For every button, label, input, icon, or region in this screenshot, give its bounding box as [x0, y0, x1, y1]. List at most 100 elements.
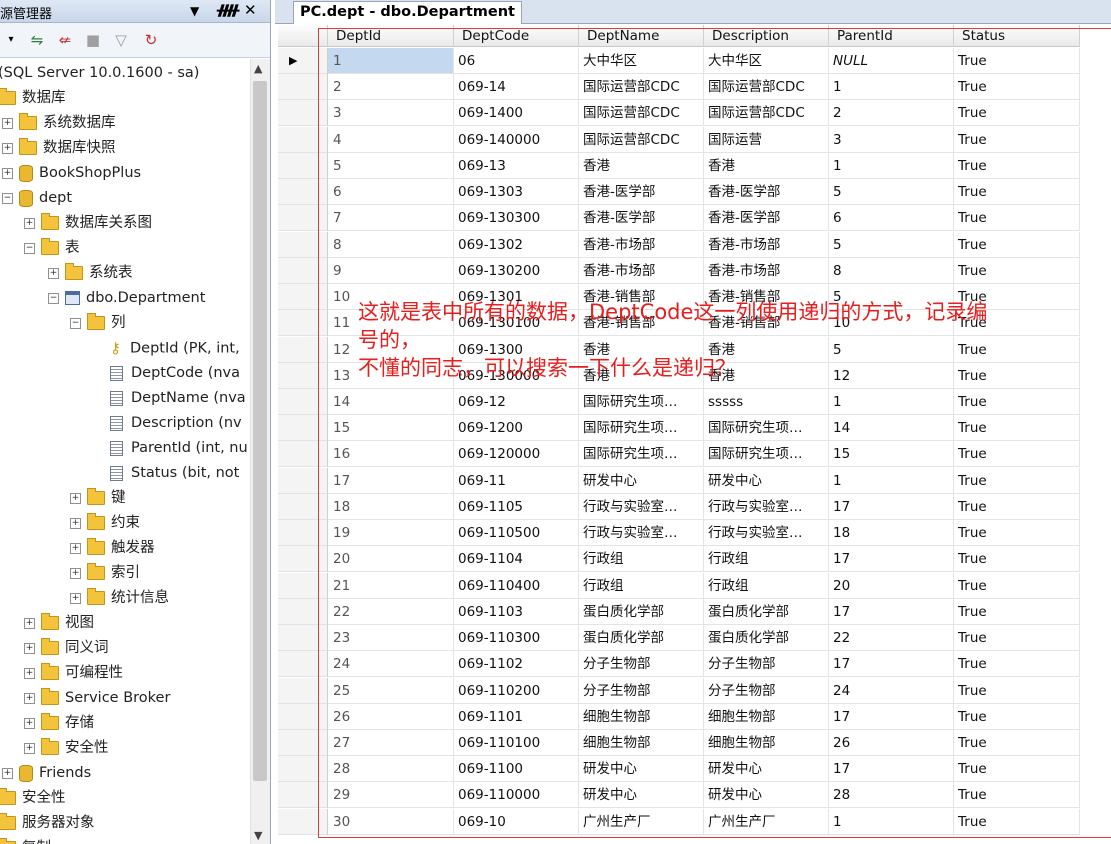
expand-icon[interactable]: + [24, 742, 35, 754]
grid-cell[interactable]: 香港-市场部 [704, 257, 829, 284]
tree-node[interactable]: ParentId (int, nu [110, 436, 248, 461]
grid-cell[interactable]: 蛋白质化学部 [579, 625, 704, 652]
grid-cell[interactable]: 24 [829, 677, 954, 704]
column-header[interactable]: DeptName [579, 25, 704, 47]
row-selector[interactable] [278, 362, 328, 389]
row-selector[interactable] [278, 520, 328, 547]
row-selector[interactable] [278, 703, 328, 730]
column-header[interactable]: ParentId [829, 25, 954, 47]
grid-cell[interactable]: 1 [829, 388, 954, 415]
grid-cell[interactable]: True [954, 152, 1080, 179]
row-selector[interactable] [278, 677, 328, 704]
tree-node[interactable]: + 安全性 [24, 736, 109, 761]
grid-cell[interactable]: 26 [829, 729, 954, 756]
grid-cell[interactable]: 069-110300 [454, 625, 579, 652]
grid-cell[interactable]: 13 [328, 362, 454, 389]
column-header[interactable]: Description [704, 25, 829, 47]
tree-node[interactable]: DeptName (nva [110, 386, 246, 411]
grid-cell[interactable]: True [954, 388, 1080, 415]
scrollbar-thumb[interactable] [253, 81, 267, 781]
grid-cell[interactable]: True [954, 310, 1080, 337]
grid-cell[interactable]: 30 [328, 808, 454, 835]
row-selector[interactable] [278, 782, 328, 809]
row-selector[interactable] [278, 100, 328, 127]
column-header[interactable]: DeptId [328, 25, 454, 47]
grid-cell[interactable]: 17 [328, 467, 454, 494]
grid-cell[interactable]: 20 [829, 572, 954, 599]
grid-cell[interactable]: 069-12 [454, 388, 579, 415]
row-selector[interactable] [278, 415, 328, 442]
row-selector[interactable] [278, 310, 328, 337]
grid-cell[interactable]: 国际运营部CDC [704, 100, 829, 127]
grid-cell[interactable]: 香港-销售部 [579, 284, 704, 311]
grid-cell[interactable]: True [954, 756, 1080, 783]
tree-node[interactable]: 安全性 [0, 786, 66, 811]
expand-icon[interactable]: + [24, 617, 35, 629]
row-selector[interactable] [278, 336, 328, 363]
grid-cell[interactable]: 香港 [579, 362, 704, 389]
grid-cell[interactable]: 5 [829, 284, 954, 311]
scroll-down-icon[interactable]: ▼ [254, 829, 262, 842]
grid-cell[interactable]: 25 [328, 677, 454, 704]
grid-cell[interactable]: 8 [829, 257, 954, 284]
grid-cell[interactable]: 069-110400 [454, 572, 579, 599]
grid-cell[interactable]: True [954, 126, 1080, 153]
grid-cell[interactable]: 香港-市场部 [579, 231, 704, 258]
grid-cell[interactable]: True [954, 493, 1080, 520]
tree-node[interactable]: − 表 [24, 236, 80, 261]
row-selector[interactable] [278, 729, 328, 756]
grid-cell[interactable]: 8 [328, 231, 454, 258]
grid-cell[interactable]: 1 [829, 74, 954, 101]
tree-node[interactable]: − 列 [70, 311, 126, 336]
grid-cell[interactable]: 22 [829, 625, 954, 652]
grid-cell[interactable]: 29 [328, 782, 454, 809]
grid-cell[interactable]: 069-130100 [454, 310, 579, 337]
grid-cell[interactable]: 国际研究生项… [704, 415, 829, 442]
filter-icon[interactable]: ▽ [110, 30, 132, 50]
grid-cell[interactable]: 香港-医学部 [704, 179, 829, 206]
grid-cell[interactable]: 行政与实验室… [704, 520, 829, 547]
grid-cell[interactable]: 研发中心 [704, 756, 829, 783]
row-selector[interactable] [278, 546, 328, 573]
row-selector[interactable] [278, 625, 328, 652]
grid-cell[interactable]: 069-1200 [454, 415, 579, 442]
row-selector[interactable] [278, 493, 328, 520]
row-selector[interactable] [278, 152, 328, 179]
grid-cell[interactable]: True [954, 572, 1080, 599]
grid-cell[interactable]: 蛋白质化学部 [579, 598, 704, 625]
grid-cell[interactable]: 分子生物部 [579, 677, 704, 704]
tree-node[interactable]: + 键 [70, 486, 126, 511]
grid-cell[interactable]: 2 [829, 100, 954, 127]
grid-cell[interactable]: 国际研究生项… [704, 441, 829, 468]
grid-cell[interactable]: 10 [328, 284, 454, 311]
row-selector[interactable] [278, 572, 328, 599]
grid-cell[interactable]: 研发中心 [704, 782, 829, 809]
grid-cell[interactable]: sssss [704, 388, 829, 415]
grid-cell[interactable]: True [954, 362, 1080, 389]
grid-cell[interactable]: 069-11 [454, 467, 579, 494]
expand-icon[interactable]: + [24, 717, 35, 729]
grid-cell[interactable]: 香港 [579, 336, 704, 363]
row-selector[interactable] [278, 808, 328, 835]
tree-node[interactable]: + 可编程性 [24, 661, 123, 686]
grid-cell[interactable]: 11 [328, 310, 454, 337]
expand-icon[interactable]: + [2, 117, 13, 129]
expand-icon[interactable]: + [48, 267, 59, 279]
tree-node[interactable]: − dept [2, 186, 72, 211]
grid-cell[interactable]: 14 [829, 415, 954, 442]
grid-cell[interactable]: 069-1104 [454, 546, 579, 573]
grid-cell[interactable]: 6 [829, 205, 954, 232]
grid-cell[interactable]: 5 [328, 152, 454, 179]
grid-cell[interactable]: 香港 [704, 362, 829, 389]
tree-node[interactable]: − dbo.Department [48, 286, 205, 311]
grid-cell[interactable]: 10 [829, 310, 954, 337]
expand-icon[interactable]: + [24, 667, 35, 679]
grid-cell[interactable]: 15 [328, 415, 454, 442]
grid-cell[interactable]: True [954, 100, 1080, 127]
expand-icon[interactable]: + [70, 592, 81, 604]
grid-cell[interactable]: 国际运营部CDC [579, 100, 704, 127]
grid-cell[interactable]: 069-120000 [454, 441, 579, 468]
grid-cell[interactable]: 细胞生物部 [704, 703, 829, 730]
grid-cell[interactable]: 3 [829, 126, 954, 153]
grid-cell[interactable]: 香港-销售部 [704, 310, 829, 337]
